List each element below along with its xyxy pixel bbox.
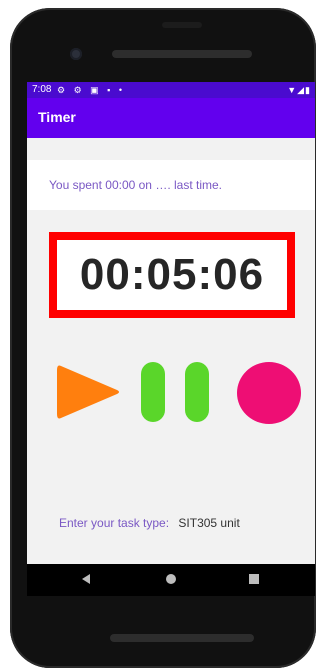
status-time: 7:08 (32, 84, 52, 95)
notification-icons: ⚙ ⚙ ▣ ▪ • (57, 85, 125, 95)
timer-display: 00:05:06 (49, 232, 295, 318)
bottom-speaker (110, 634, 254, 642)
top-notch (162, 22, 202, 28)
pause-button[interactable] (141, 362, 209, 422)
pause-icon (141, 362, 165, 422)
screen: 7:08 ⚙ ⚙ ▣ ▪ • ▼◢▮ Timer You spent 00:00… (27, 82, 315, 596)
status-bar: 7:08 ⚙ ⚙ ▣ ▪ • ▼◢▮ (27, 82, 315, 98)
task-row[interactable]: Enter your task type: SIT305 unit (59, 516, 240, 530)
play-icon (57, 365, 119, 419)
timer-controls (27, 356, 315, 426)
timer-text: 00:05:06 (79, 250, 265, 299)
front-camera (70, 48, 82, 60)
nav-bar (27, 564, 315, 596)
task-input[interactable]: SIT305 unit (178, 516, 239, 530)
earpiece-speaker (112, 50, 252, 58)
stop-button[interactable] (237, 362, 301, 424)
pause-icon (185, 362, 209, 422)
home-icon[interactable] (166, 574, 176, 584)
last-time-card: You spent 00:00 on …. last time. (27, 160, 315, 210)
task-label: Enter your task type: (59, 516, 170, 530)
main-content: You spent 00:00 on …. last time. 00:05:0… (27, 138, 315, 564)
last-time-text: You spent 00:00 on …. last time. (49, 178, 222, 192)
recents-icon[interactable] (249, 574, 259, 584)
play-button[interactable] (55, 362, 121, 422)
signal-battery-icons: ▼◢▮ (287, 85, 311, 95)
app-title: Timer (38, 109, 76, 125)
back-icon[interactable] (82, 574, 90, 584)
app-bar: Timer (27, 98, 315, 138)
